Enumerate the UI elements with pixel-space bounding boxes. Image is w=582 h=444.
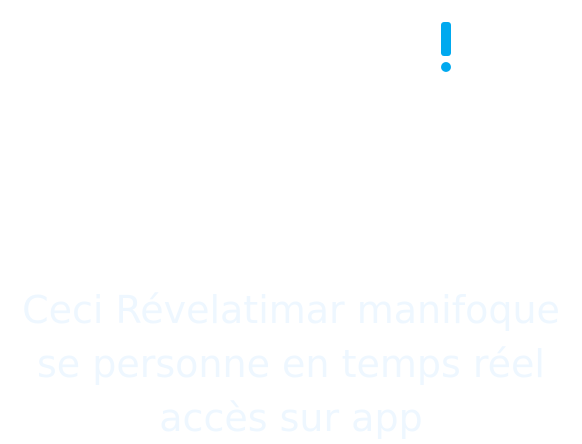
- faint-message-text: Ceci Révelatimar manifoque se personne e…: [0, 284, 582, 444]
- message-line-3: accès sur app: [159, 396, 423, 440]
- message-line-1: Ceci Révelatimar manifoque: [22, 288, 560, 332]
- message-line-2: se personne en temps réel: [37, 342, 545, 386]
- exclamation-icon: [441, 22, 451, 72]
